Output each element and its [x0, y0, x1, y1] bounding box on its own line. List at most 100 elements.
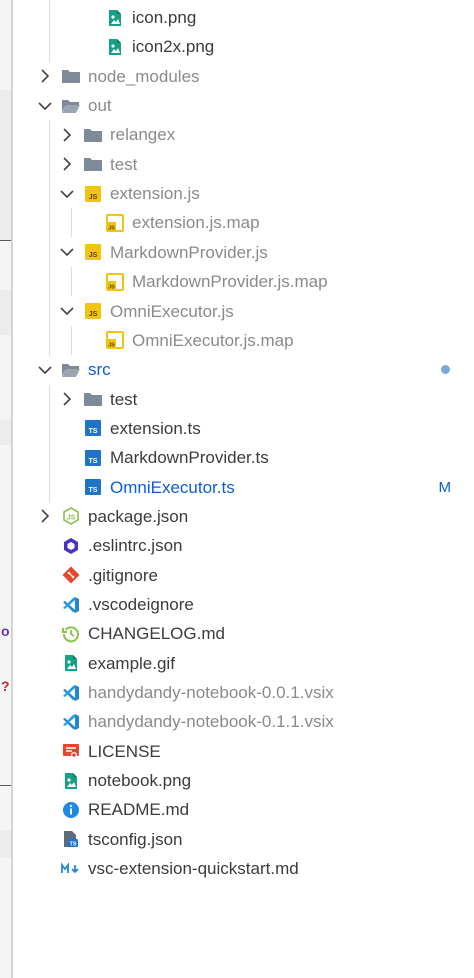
- image-icon: [60, 772, 82, 790]
- svg-text:JS: JS: [67, 515, 76, 522]
- explorer-file-row[interactable]: .eslintrc.json: [13, 531, 474, 560]
- explorer-item-label: node_modules: [88, 66, 200, 86]
- explorer-folder-row[interactable]: relangex: [13, 120, 474, 149]
- chevron-right-icon[interactable]: [58, 126, 76, 144]
- chevron-right-icon[interactable]: [36, 507, 54, 525]
- explorer-folder-row[interactable]: JS MarkdownProvider.js: [13, 238, 474, 267]
- explorer-folder-row[interactable]: JS package.json: [13, 502, 474, 531]
- js-icon: JS: [82, 243, 104, 261]
- explorer-file-row[interactable]: README.md: [13, 795, 474, 824]
- explorer-file-row[interactable]: CHANGELOG.md: [13, 619, 474, 648]
- explorer-item-label: icon2x.png: [132, 37, 215, 57]
- explorer-folder-row[interactable]: test: [13, 385, 474, 414]
- explorer-file-row[interactable]: handydandy-notebook-0.0.1.vsix: [13, 678, 474, 707]
- folder-icon: [82, 390, 104, 408]
- explorer-file-row[interactable]: vsc-extension-quickstart.md: [13, 854, 474, 883]
- chevron-down-icon[interactable]: [58, 302, 76, 320]
- explorer-folder-row[interactable]: out: [13, 91, 474, 120]
- explorer-folder-row[interactable]: JS extension.js: [13, 179, 474, 208]
- explorer-file-row[interactable]: TS tsconfig.json: [13, 825, 474, 854]
- chevron-right-icon[interactable]: [36, 67, 54, 85]
- explorer-file-row[interactable]: JS OmniExecutor.js.map: [13, 326, 474, 355]
- explorer-file-row[interactable]: .vscodeignore: [13, 590, 474, 619]
- explorer-file-row[interactable]: JS extension.js.map: [13, 208, 474, 237]
- explorer-item-label: OmniExecutor.ts: [110, 477, 235, 497]
- vscode-icon: [60, 713, 82, 731]
- chevron-right-icon[interactable]: [58, 155, 76, 173]
- image-icon: [60, 654, 82, 672]
- eslint-icon: [60, 537, 82, 555]
- folder-open-icon: [60, 361, 82, 379]
- explorer-item-label: handydandy-notebook-0.0.1.vsix: [88, 683, 334, 703]
- explorer-file-row[interactable]: handydandy-notebook-0.1.1.vsix: [13, 707, 474, 736]
- explorer-folder-row[interactable]: node_modules: [13, 62, 474, 91]
- chevron-down-icon[interactable]: [36, 97, 54, 115]
- explorer-file-row[interactable]: example.gif: [13, 649, 474, 678]
- image-icon: [104, 38, 126, 56]
- svg-text:JS: JS: [89, 252, 98, 259]
- explorer-item-label: relangex: [110, 125, 176, 145]
- vscode-icon: [60, 684, 82, 702]
- license-icon: [60, 742, 82, 760]
- explorer-item-label: vsc-extension-quickstart.md: [88, 859, 299, 879]
- explorer-item-label: example.gif: [88, 653, 175, 673]
- editor-edge-divider: [0, 240, 11, 241]
- js-map-icon: JS: [104, 272, 126, 291]
- editor-edge-band: [0, 90, 11, 240]
- explorer-file-row[interactable]: .gitignore: [13, 561, 474, 590]
- svg-text:TS: TS: [69, 842, 76, 848]
- modified-dot-icon: [441, 365, 450, 375]
- js-icon: JS: [82, 302, 104, 320]
- explorer-file-row[interactable]: LICENSE: [13, 737, 474, 766]
- explorer-item-label: .eslintrc.json: [88, 536, 183, 556]
- explorer-file-row[interactable]: notebook.png: [13, 766, 474, 795]
- js-icon: JS: [82, 185, 104, 203]
- chevron-right-icon[interactable]: [58, 390, 76, 408]
- svg-text:TS: TS: [89, 487, 98, 494]
- explorer-item-label: .gitignore: [88, 565, 158, 585]
- svg-text:JS: JS: [89, 194, 98, 201]
- chevron-down-icon[interactable]: [58, 243, 76, 261]
- explorer-folder-row[interactable]: test: [13, 150, 474, 179]
- git-modified-badge: M: [438, 478, 452, 496]
- folder-icon: [60, 67, 82, 85]
- editor-edge-strip: o ?: [0, 0, 13, 978]
- explorer-file-row[interactable]: icon.png: [13, 3, 474, 32]
- svg-text:TS: TS: [89, 458, 98, 465]
- explorer-item-label: OmniExecutor.js: [110, 301, 234, 321]
- explorer-item-label: CHANGELOG.md: [88, 624, 225, 644]
- editor-edge-divider: [0, 785, 11, 786]
- chevron-down-icon[interactable]: [58, 185, 76, 203]
- explorer-item-label: extension.js: [110, 184, 200, 204]
- chevron-down-icon[interactable]: [36, 361, 54, 379]
- explorer-item-label: OmniExecutor.js.map: [132, 330, 294, 350]
- explorer-folder-row[interactable]: src: [13, 355, 474, 384]
- explorer-file-row[interactable]: TS OmniExecutor.ts M: [13, 473, 474, 502]
- explorer-folder-row[interactable]: JS OmniExecutor.js: [13, 297, 474, 326]
- explorer-file-row[interactable]: JS MarkdownProvider.js.map: [13, 267, 474, 296]
- explorer-file-row[interactable]: icon2x.png: [13, 32, 474, 61]
- explorer-item-label: package.json: [88, 506, 189, 526]
- ts-icon: TS: [82, 419, 104, 437]
- editor-edge-band: [0, 420, 11, 445]
- explorer-item-label: test: [110, 389, 138, 409]
- changelog-icon: [60, 625, 82, 643]
- folder-open-icon: [60, 97, 82, 115]
- editor-edge-band: [0, 290, 11, 335]
- explorer-file-row[interactable]: TS extension.ts: [13, 414, 474, 443]
- explorer-file-row[interactable]: TS MarkdownProvider.ts: [13, 443, 474, 472]
